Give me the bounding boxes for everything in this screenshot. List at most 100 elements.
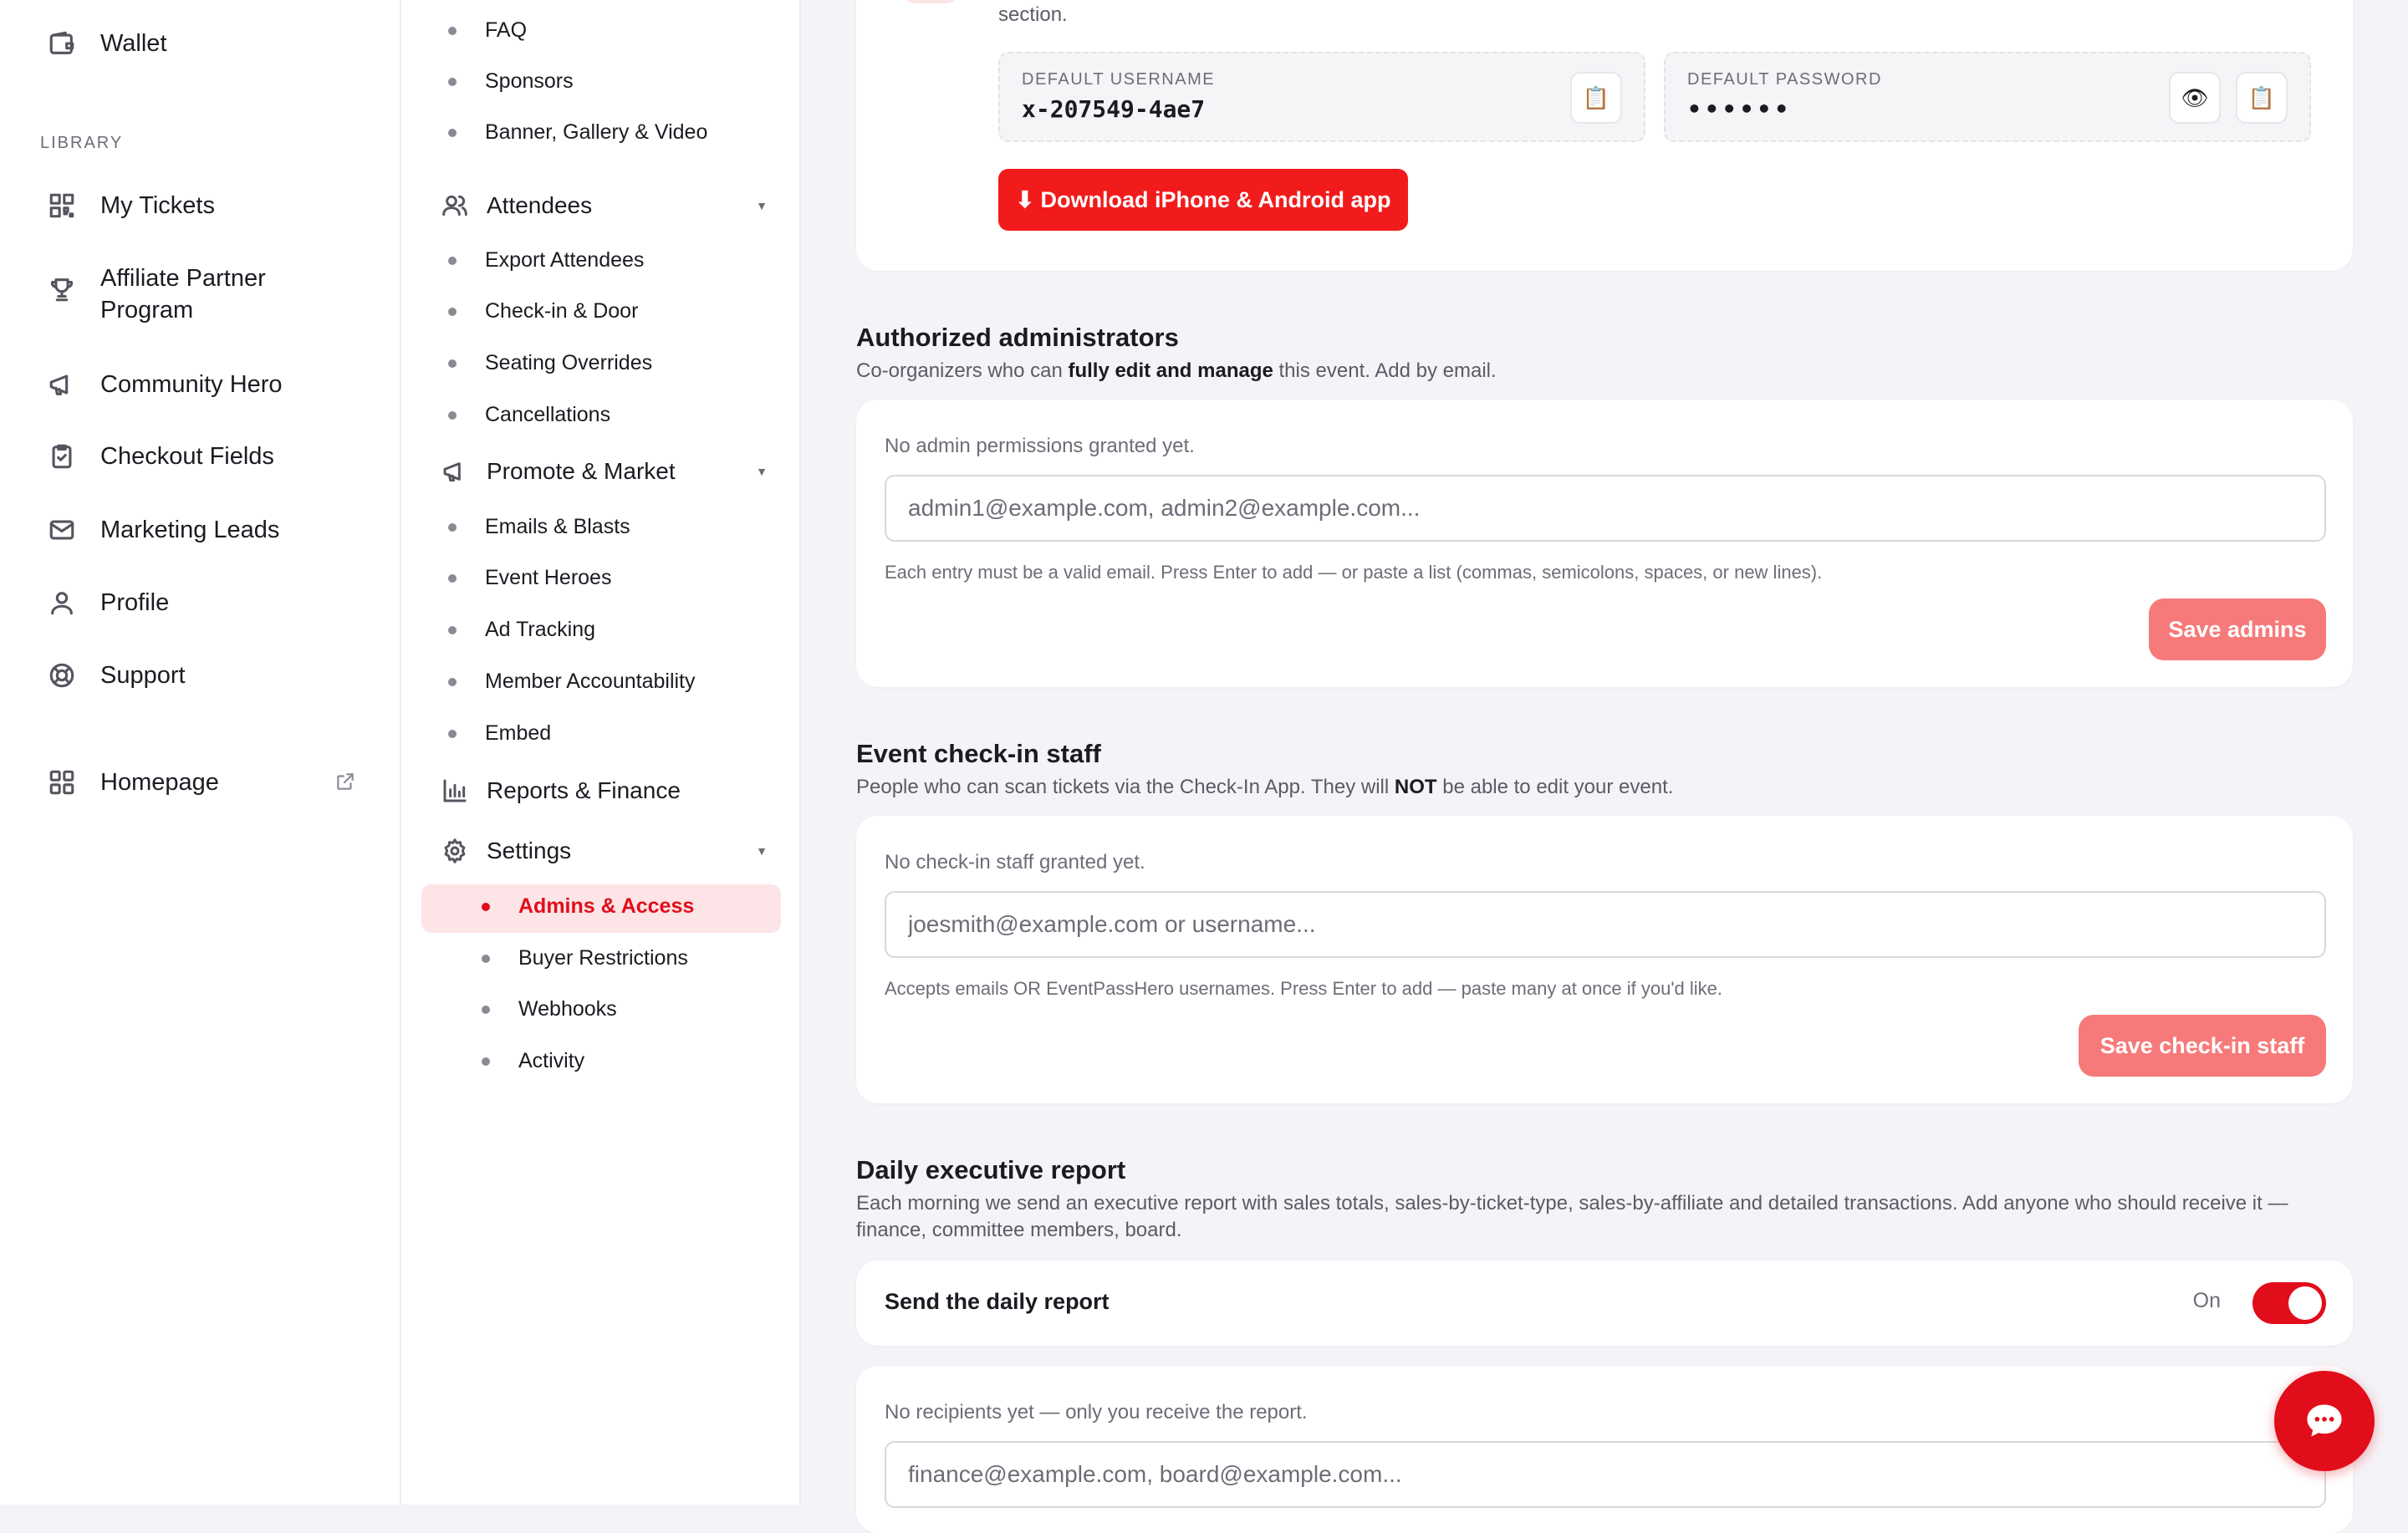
sidebar-item-wallet[interactable]: Wallet	[47, 28, 167, 59]
sidebar-item-homepage[interactable]: Homepage	[47, 767, 356, 797]
eye-icon: 👁	[2181, 84, 2209, 110]
clipboard-icon: 📋	[1582, 84, 1610, 110]
recipients-empty-note: No recipients yet — only you receive the…	[885, 1401, 1308, 1424]
admins-email-input[interactable]	[885, 475, 2326, 542]
trophy-icon	[47, 274, 77, 304]
sidebar-item-affiliate[interactable]: Affiliate Partner Program	[47, 262, 323, 326]
report-recipients-card: No recipients yet — only you receive the…	[856, 1366, 2353, 1533]
subnav-item-ad-tracking[interactable]: Ad Tracking	[448, 618, 596, 642]
staff-title: Event check-in staff	[856, 739, 1101, 768]
chat-bubble-icon	[2303, 1399, 2346, 1443]
subnav-item-buyer-restrictions[interactable]: Buyer Restrictions	[482, 946, 688, 970]
app-badge-icon	[903, 0, 958, 3]
sidebar-item-marketing-leads[interactable]: Marketing Leads	[47, 515, 279, 545]
grid-icon	[47, 767, 77, 797]
subnav-item-member-accountability[interactable]: Member Accountability	[448, 670, 696, 694]
daily-report-toggle[interactable]	[2252, 1282, 2326, 1324]
staff-description: People who can scan tickets via the Chec…	[856, 774, 2353, 801]
report-description: Each morning we send an executive report…	[856, 1192, 2288, 1241]
subnav-label: Embed	[485, 721, 552, 745]
subnav-label: Webhooks	[518, 997, 617, 1021]
bullet-icon	[448, 77, 457, 86]
send-daily-report-label: Send the daily report	[885, 1289, 1110, 1314]
desc-text: Co-organizers who can	[856, 359, 1069, 382]
subnav-group-attendees[interactable]: Attendees ▼	[441, 192, 768, 219]
subnav-item-checkin-door[interactable]: Check-in & Door	[448, 299, 638, 323]
library-heading: LIBRARY	[40, 134, 124, 152]
subnav-label: Emails & Blasts	[485, 515, 630, 538]
megaphone-icon	[441, 458, 468, 485]
toggle-state-label: On	[2192, 1289, 2221, 1312]
subnav-item-event-heroes[interactable]: Event Heroes	[448, 566, 612, 590]
qr-code-icon	[47, 191, 77, 221]
sidebar-item-profile[interactable]: Profile	[47, 588, 169, 618]
daily-report-toggle-card: Send the daily report On	[856, 1261, 2353, 1346]
subnav-group-settings[interactable]: Settings ▼	[441, 838, 768, 864]
subnav-group-promote[interactable]: Promote & Market ▼	[441, 458, 768, 485]
sidebar-item-label: Support	[100, 661, 186, 689]
subnav-label: Ad Tracking	[485, 618, 596, 641]
report-title: Daily executive report	[856, 1155, 1126, 1184]
copy-username-button[interactable]: 📋	[1570, 72, 1622, 124]
sidebar-item-label: Wallet	[100, 29, 167, 57]
subnav-group-reports[interactable]: Reports & Finance	[441, 777, 768, 804]
bullet-icon	[448, 677, 457, 686]
subnav-item-emails[interactable]: Emails & Blasts	[448, 515, 630, 539]
clipboard-icon: 📋	[2247, 84, 2276, 110]
subnav-item-sponsors[interactable]: Sponsors	[448, 69, 574, 94]
bullet-icon	[482, 902, 490, 911]
users-icon	[441, 192, 468, 219]
bullet-icon	[448, 128, 457, 137]
subnav-item-webhooks[interactable]: Webhooks	[482, 997, 617, 1021]
caret-down-icon: ▼	[756, 844, 768, 858]
download-app-button[interactable]: ⬇ Download iPhone & Android app	[998, 169, 1408, 231]
subnav-item-admins-access[interactable]: Admins & Access	[482, 894, 694, 919]
show-password-button[interactable]: 👁	[2169, 72, 2221, 124]
staff-card: No check-in staff granted yet. Accepts e…	[856, 816, 2353, 1103]
subnav-item-export-attendees[interactable]: Export Attendees	[448, 248, 644, 272]
desc-bold: NOT	[1394, 776, 1437, 798]
sidebar-item-label: Checkout Fields	[100, 442, 274, 470]
copy-password-button[interactable]: 📋	[2236, 72, 2288, 124]
external-link-icon	[334, 771, 356, 792]
sidebar-item-checkout-fields[interactable]: Checkout Fields	[47, 441, 274, 471]
sidebar-item-support[interactable]: Support	[47, 660, 186, 690]
sidebar-item-community-hero[interactable]: Community Hero	[47, 369, 283, 400]
sidebar-item-label: Affiliate Partner Program	[100, 265, 266, 323]
subnav-group-label: Attendees	[487, 192, 593, 218]
admins-card: No admin permissions granted yet. Each e…	[856, 400, 2353, 687]
subnav-item-embed[interactable]: Embed	[448, 721, 552, 746]
sidebar-item-my-tickets[interactable]: My Tickets	[47, 191, 215, 221]
bullet-icon	[448, 729, 457, 738]
gear-icon	[441, 838, 468, 864]
subnav-item-seating[interactable]: Seating Overrides	[448, 351, 652, 375]
subnav-label: Buyer Restrictions	[518, 946, 688, 970]
staff-input[interactable]	[885, 891, 2326, 958]
password-label: DEFAULT PASSWORD	[1687, 70, 1882, 89]
bullet-icon	[448, 573, 457, 583]
sidebar-item-label: Profile	[100, 588, 170, 616]
subnav-item-activity[interactable]: Activity	[482, 1049, 585, 1073]
save-checkin-staff-button[interactable]: Save check-in staff	[2079, 1015, 2326, 1077]
wallet-icon	[47, 28, 77, 59]
subnav-label: Sponsors	[485, 69, 574, 93]
bullet-icon	[448, 522, 457, 532]
subnav-label: Event Heroes	[485, 566, 612, 589]
sidebar-item-label: Homepage	[100, 768, 219, 796]
desc-text: be able to edit your event.	[1436, 776, 1674, 798]
save-admins-button[interactable]: Save admins	[2149, 598, 2326, 660]
subnav-label: Activity	[518, 1049, 585, 1072]
subnav-label: Banner, Gallery & Video	[485, 120, 708, 144]
subnav-item-faq[interactable]: FAQ	[448, 18, 527, 43]
bullet-icon	[448, 307, 457, 316]
subnav-item-banner[interactable]: Banner, Gallery & Video	[448, 120, 708, 145]
admins-description: Co-organizers who can fully edit and man…	[856, 358, 2353, 385]
bullet-icon	[482, 1005, 490, 1014]
subnav-item-cancellations[interactable]: Cancellations	[448, 403, 610, 427]
chat-button[interactable]	[2274, 1371, 2375, 1471]
recipients-input[interactable]	[885, 1441, 2326, 1508]
bullet-icon	[448, 256, 457, 265]
sidebar-item-label: Marketing Leads	[100, 516, 280, 543]
mail-icon	[47, 515, 77, 545]
desc-text: this event. Add by email.	[1273, 359, 1497, 382]
